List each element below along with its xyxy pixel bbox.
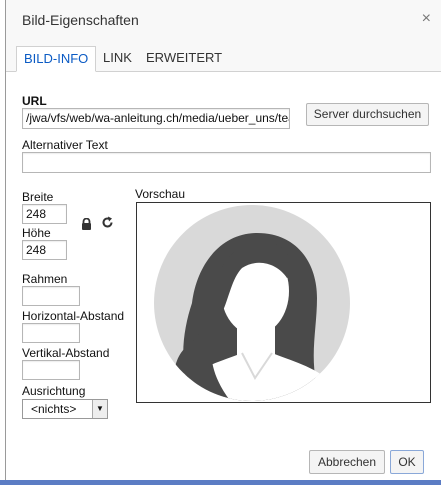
chevron-down-icon[interactable]: ▼	[92, 400, 107, 418]
width-input[interactable]: 248	[22, 204, 67, 224]
browse-server-button[interactable]: Server durchsuchen	[306, 103, 429, 126]
align-select[interactable]: <nichts> ▼	[22, 399, 108, 419]
preview-label: Vorschau	[135, 187, 186, 201]
image-properties-dialog: Bild-Eigenschaften × BILD-INFO LINK ERWE…	[5, 0, 441, 485]
hspace-label: Horizontal-Abstand	[22, 309, 125, 323]
dialog-title: Bild-Eigenschaften	[22, 12, 139, 28]
avatar-placeholder-image	[154, 205, 350, 401]
border-input[interactable]	[22, 286, 80, 306]
tab-bar: BILD-INFO LINK ERWEITERT	[6, 40, 441, 72]
cancel-button[interactable]: Abbrechen	[309, 450, 385, 474]
dialog-titlebar[interactable]: Bild-Eigenschaften ×	[6, 0, 441, 41]
alt-text-input[interactable]	[22, 152, 431, 173]
ok-button[interactable]: OK	[390, 450, 424, 474]
width-label: Breite	[22, 190, 54, 204]
height-input[interactable]: 248	[22, 240, 67, 260]
align-label: Ausrichtung	[22, 384, 86, 398]
border-label: Rahmen	[22, 272, 68, 286]
align-selected-value: <nichts>	[31, 402, 77, 416]
tab-erweitert[interactable]: ERWEITERT	[139, 46, 229, 71]
tab-bild-info[interactable]: BILD-INFO	[16, 46, 97, 72]
url-label: URL	[22, 94, 47, 108]
hspace-input[interactable]	[22, 323, 80, 343]
lock-icon[interactable]	[81, 217, 92, 230]
dialog-bottom-border	[0, 480, 441, 485]
url-input[interactable]: /jwa/vfs/web/wa-anleitung.ch/media/ueber…	[22, 108, 290, 129]
vspace-input[interactable]	[22, 360, 80, 380]
alt-text-label: Alternativer Text	[22, 138, 108, 152]
reset-size-icon[interactable]	[101, 216, 114, 229]
height-label: Höhe	[22, 226, 51, 240]
preview-box	[136, 202, 431, 403]
tab-link[interactable]: LINK	[96, 46, 139, 71]
close-icon[interactable]: ×	[422, 10, 431, 28]
vspace-label: Vertikal-Abstand	[22, 346, 110, 360]
